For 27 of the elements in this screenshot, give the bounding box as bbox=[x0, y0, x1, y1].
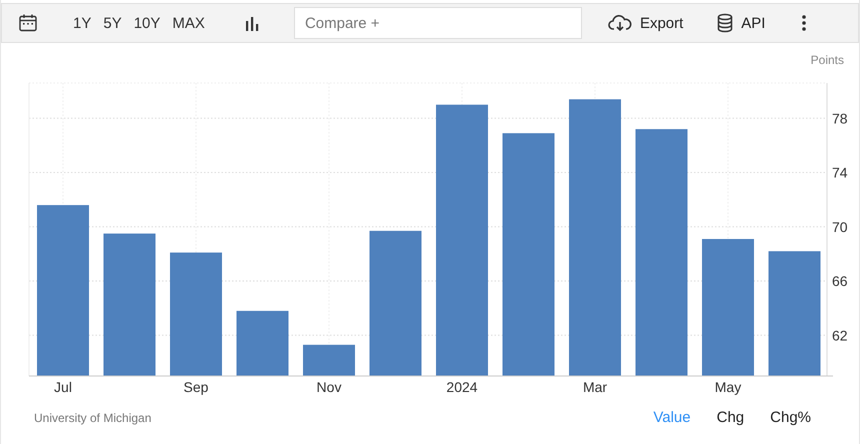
range-button[interactable]: MAX bbox=[167, 12, 210, 34]
cloud-download-icon bbox=[608, 14, 632, 32]
y-tick-label: 78 bbox=[832, 110, 848, 126]
database-icon bbox=[717, 13, 734, 33]
source-label: University of Michigan bbox=[34, 410, 152, 424]
y-tick-label: 70 bbox=[832, 218, 848, 235]
calendar-icon[interactable] bbox=[18, 13, 38, 33]
mode-tab[interactable]: Chg% bbox=[760, 407, 821, 428]
export-button[interactable]: Export bbox=[608, 12, 684, 34]
api-button[interactable]: API bbox=[717, 11, 766, 35]
x-tick-label: 2024 bbox=[446, 379, 478, 395]
bar-chart-icon[interactable] bbox=[244, 15, 260, 31]
x-tick-label: Jul bbox=[54, 379, 72, 395]
range-button[interactable]: 1Y bbox=[68, 12, 96, 34]
y-tick-label: 74 bbox=[832, 164, 848, 181]
axis-unit-label: Points bbox=[810, 53, 844, 67]
more-icon[interactable] bbox=[801, 14, 808, 32]
x-tick-label: Mar bbox=[582, 379, 608, 395]
y-tick-label: 62 bbox=[832, 327, 848, 344]
x-tick-label: May bbox=[714, 379, 742, 395]
range-button[interactable]: 5Y bbox=[98, 12, 127, 34]
compare-field[interactable]: Compare + bbox=[294, 7, 582, 39]
mode-tab[interactable]: Chg bbox=[706, 407, 754, 428]
range-button[interactable]: 10Y bbox=[128, 12, 166, 34]
y-tick-label: 66 bbox=[832, 273, 848, 290]
x-tick-label: Sep bbox=[184, 379, 208, 395]
x-tick-label: Nov bbox=[316, 379, 342, 395]
